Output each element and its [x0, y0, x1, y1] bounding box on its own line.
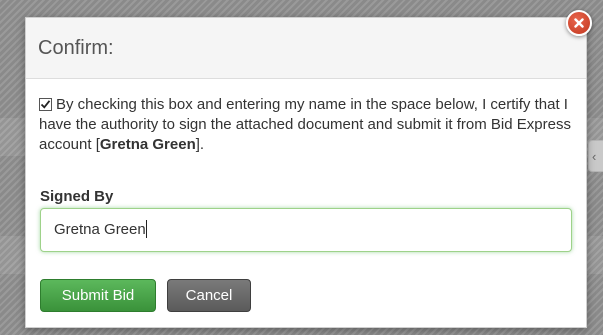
signed-by-value: Gretna Green	[54, 221, 146, 238]
consent-statement: By checking this box and entering my nam…	[39, 95, 579, 155]
close-dialog-button[interactable]	[566, 10, 592, 36]
signed-by-label: Signed By	[40, 188, 114, 205]
account-name: Gretna Green	[99, 136, 196, 153]
cancel-button[interactable]: Cancel	[167, 279, 251, 312]
background-pager-arrow: ‹	[588, 140, 603, 172]
text-caret	[145, 220, 147, 238]
consent-text-end: ].	[195, 136, 205, 153]
dialog-header: Confirm:	[26, 18, 586, 79]
confirm-dialog: Confirm: By checking this box and enteri…	[25, 17, 587, 328]
signed-by-input[interactable]: Gretna Green	[40, 208, 572, 252]
checkmark-icon	[40, 100, 51, 109]
dialog-title: Confirm:	[38, 37, 114, 59]
close-icon	[574, 18, 584, 28]
consent-checkbox[interactable]	[39, 98, 52, 111]
submit-bid-button[interactable]: Submit Bid	[40, 279, 156, 312]
